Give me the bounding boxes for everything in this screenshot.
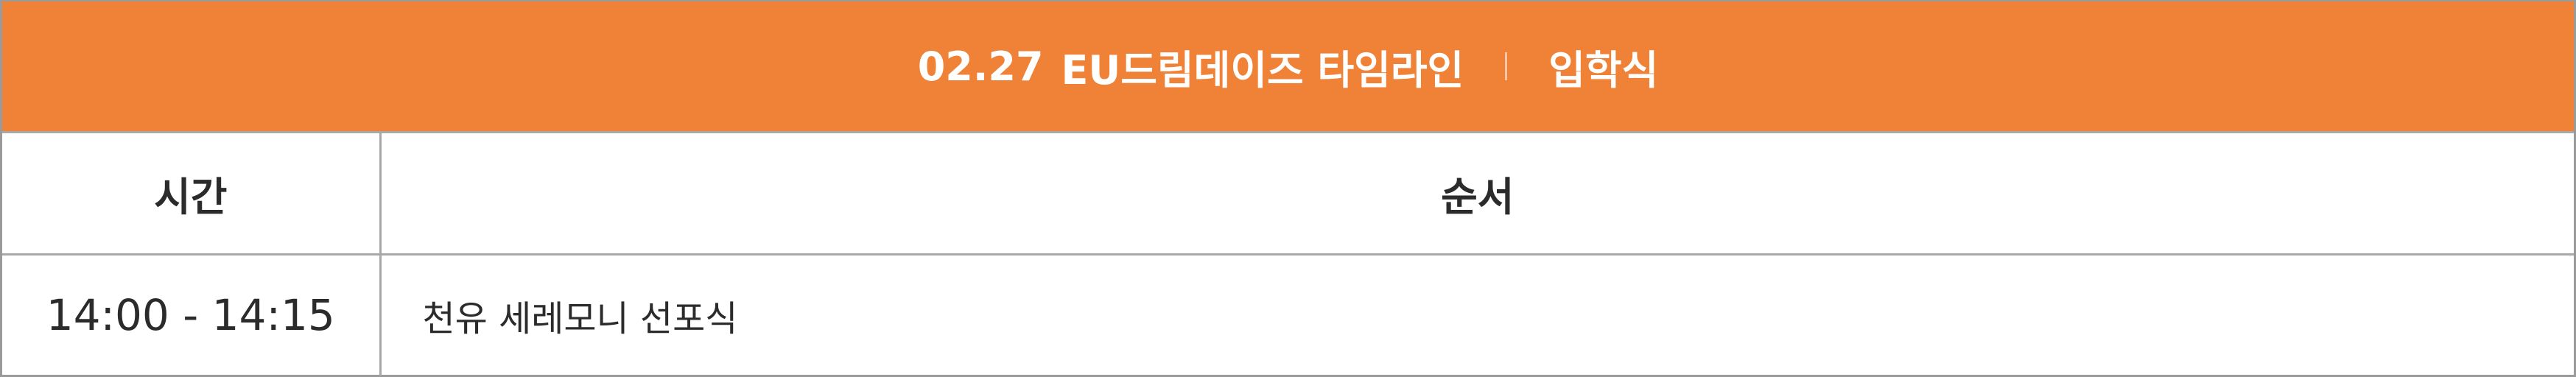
header-section: 입학식 — [1548, 46, 1659, 94]
header-separator — [1505, 52, 1508, 80]
table-row: 14:00 - 14:15 천유 세레모니 선포식 — [2, 253, 2574, 376]
column-header-order: 순서 — [380, 131, 2574, 255]
timeline-table: 시간 순서 14:00 - 14:15 천유 세레모니 선포식 — [2, 131, 2574, 376]
order-cell: 천유 세레모니 선포식 — [380, 253, 2574, 376]
timeline-header: 02.27 EU드림데이즈 타임라인 입학식 — [2, 1, 2574, 131]
time-cell: 14:00 - 14:15 — [2, 253, 382, 376]
timeline-card: 02.27 EU드림데이즈 타임라인 입학식 시간 순서 14:00 - 14:… — [0, 0, 2576, 377]
header-date: 02.27 — [917, 43, 1044, 90]
table-header-row: 시간 순서 — [2, 131, 2574, 255]
column-header-time: 시간 — [2, 131, 382, 255]
header-title: EU드림데이즈 타임라인 — [1061, 46, 1464, 94]
